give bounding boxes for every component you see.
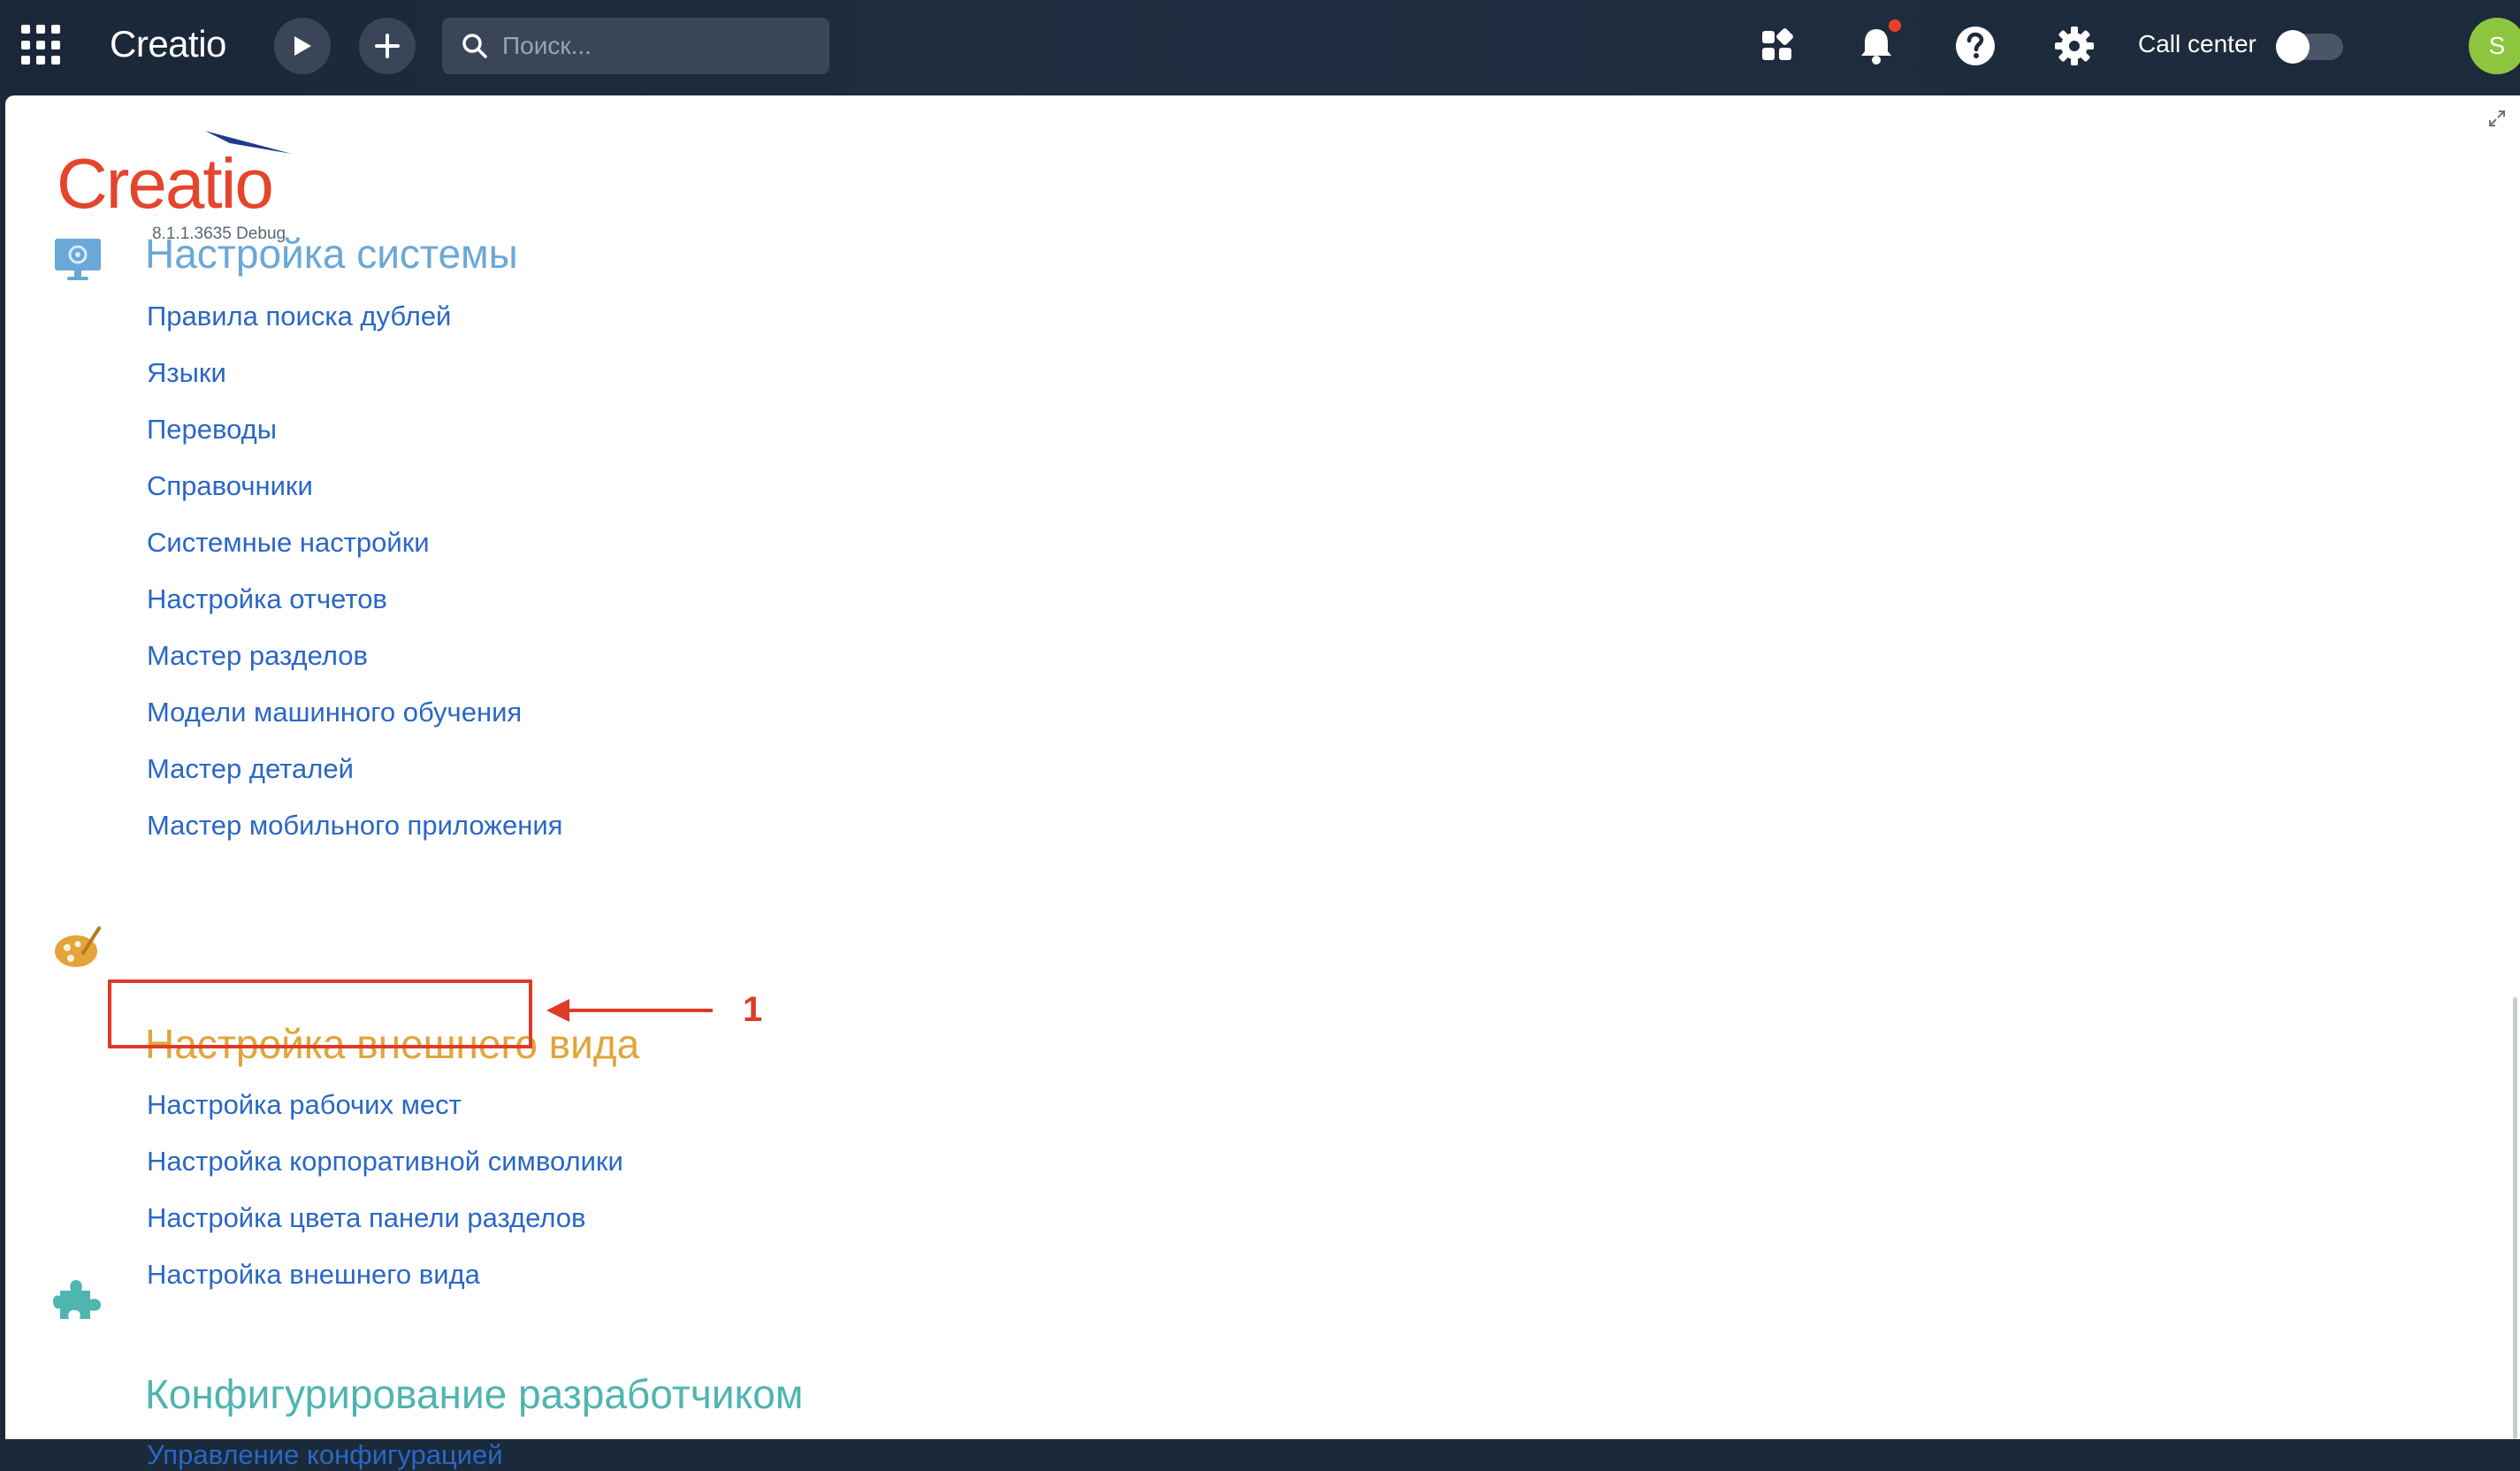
link-duplicate-search-rules[interactable]: Правила поиска дублей — [147, 301, 451, 332]
vertical-scrollbar[interactable] — [2509, 997, 2520, 1439]
link-report-setup[interactable]: Настройка отчетов — [147, 583, 387, 615]
link-ml-models[interactable]: Модели машинного обучения — [147, 697, 522, 728]
link-translations[interactable]: Переводы — [147, 414, 277, 446]
system-designer-panel: Creatio 8.1.1.3635 Debug Настройка систе… — [5, 95, 2520, 1470]
search-input[interactable] — [500, 31, 822, 61]
annotation-highlight-box — [108, 979, 532, 1048]
search-icon — [462, 34, 487, 58]
notification-badge — [1889, 19, 1901, 32]
annotation-callout-number: 1 — [743, 990, 763, 1029]
expand-icon[interactable] — [2486, 108, 2508, 129]
plus-icon — [375, 34, 400, 58]
link-configuration-management[interactable]: Управление конфигурацией — [147, 1439, 503, 1471]
group-title-developer-configuration: Конфигурирование разработчиком — [145, 1371, 804, 1417]
global-search[interactable] — [442, 18, 829, 74]
link-look-and-feel[interactable]: Настройка внешнего вида — [147, 1259, 480, 1291]
puzzle-icon — [53, 1280, 101, 1319]
link-system-settings[interactable]: Системные настройки — [147, 527, 430, 559]
link-languages[interactable]: Языки — [147, 357, 226, 389]
user-avatar[interactable]: S — [2469, 18, 2520, 74]
link-section-wizard[interactable]: Мастер разделов — [147, 640, 368, 672]
help-icon[interactable] — [1952, 23, 1998, 69]
play-icon — [294, 36, 311, 56]
link-lookups[interactable]: Справочники — [147, 470, 313, 502]
callcenter-toggle[interactable] — [2276, 30, 2343, 64]
annotation-arrow-line — [554, 1009, 713, 1012]
widgets-icon[interactable] — [1754, 23, 1800, 69]
link-section-panel-color[interactable]: Настройка цвета панели разделов — [147, 1202, 586, 1234]
logo-text: Creatio — [57, 144, 274, 223]
link-workplace-setup[interactable]: Настройка рабочих мест — [147, 1089, 462, 1121]
top-navigation-bar: Creatio Поиск... Call center S — [0, 0, 2520, 95]
link-mobile-app-wizard[interactable]: Мастер мобильного приложения — [147, 810, 562, 842]
callcenter-label: Call center — [2138, 30, 2257, 57]
settings-gear-icon[interactable] — [2051, 23, 2097, 69]
creatio-logo: Creatio 8.1.1.3635 Debug — [57, 127, 292, 243]
run-process-button[interactable] — [274, 18, 331, 74]
palette-icon — [55, 926, 101, 967]
top-brand-logo[interactable]: Creatio — [110, 23, 226, 65]
link-detail-wizard[interactable]: Мастер деталей — [147, 753, 354, 785]
group-title-system-settings: Настройка системы — [145, 231, 518, 277]
apps-grid-icon[interactable] — [21, 25, 60, 65]
toggle-knob — [2276, 30, 2310, 64]
scrollbar-thumb[interactable] — [2513, 997, 2517, 1439]
link-corporate-branding[interactable]: Настройка корпоративной символики — [147, 1146, 623, 1178]
monitor-gear-icon — [55, 239, 101, 280]
add-button[interactable] — [359, 18, 416, 74]
